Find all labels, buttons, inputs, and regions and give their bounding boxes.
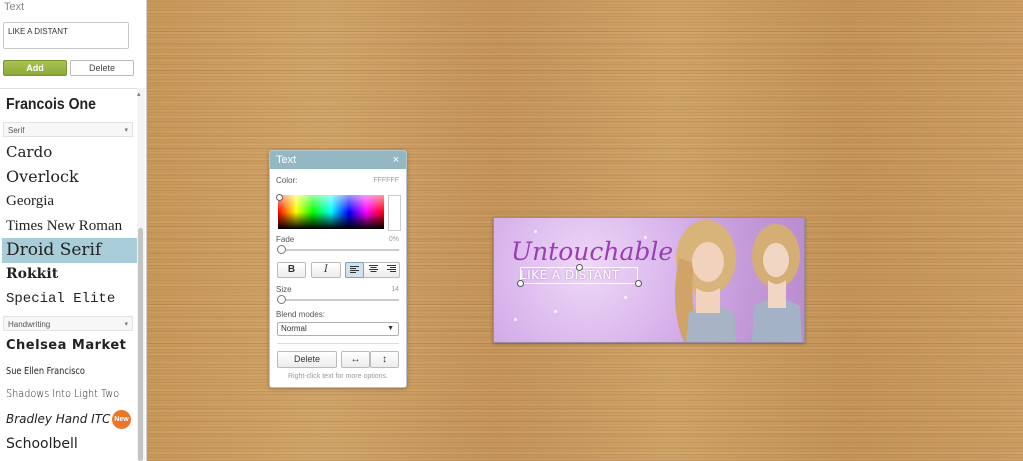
font-item-shadows-into-light-two[interactable]: Shadows Into Light Two — [6, 387, 119, 400]
resize-handle[interactable] — [517, 280, 524, 287]
size-label: Size — [276, 285, 292, 294]
chevron-down-icon: ▼ — [387, 325, 394, 332]
text-section-title: Text — [4, 1, 25, 13]
category-label: Serif — [8, 126, 25, 135]
text-panel: Text × Color: FFFFFF Fade 0% B I Size 14… — [269, 150, 407, 388]
fade-slider-knob[interactable] — [277, 245, 286, 254]
align-right-button[interactable] — [382, 262, 400, 278]
flip-vertical-icon: ↕ — [382, 354, 387, 365]
banner-title-text[interactable]: Untouchable — [511, 237, 673, 266]
scrollbar-thumb[interactable] — [138, 228, 143, 461]
flip-horizontal-button[interactable]: ↔ — [341, 351, 370, 368]
delete-text-button[interactable]: Delete — [70, 60, 134, 76]
font-item-schoolbell[interactable]: Schoolbell — [6, 436, 78, 452]
size-slider-knob[interactable] — [277, 295, 286, 304]
color-label: Color: — [276, 176, 298, 185]
font-item-times-new-roman[interactable]: Times New Roman — [6, 218, 122, 235]
person-photo — [675, 220, 736, 342]
banner-image[interactable]: Untouchable LIKE A DISTANT — [493, 217, 805, 343]
align-left-button[interactable] — [345, 262, 364, 278]
font-item-rokkit[interactable]: Rokkit — [6, 266, 58, 282]
text-input[interactable]: LIKE A DISTANT — [3, 22, 129, 49]
hint-text: Right-click text for more options. — [288, 373, 388, 380]
font-category-serif[interactable]: Serif ▾ — [3, 122, 133, 137]
blend-mode-select[interactable]: Normal ▼ — [277, 322, 399, 336]
color-picker-handle[interactable] — [276, 194, 283, 201]
rotate-handle[interactable] — [576, 264, 583, 271]
bold-button[interactable]: B — [277, 262, 306, 278]
size-value: 14 — [391, 286, 399, 293]
font-item-sue-ellen-francisco[interactable]: Sue Ellen Francisco — [6, 366, 85, 377]
sparkle — [534, 230, 537, 233]
color-preview-bar[interactable] — [388, 195, 401, 231]
chevron-down-icon: ▾ — [124, 127, 128, 134]
spectrum-overlay — [278, 195, 384, 212]
close-icon[interactable]: × — [393, 151, 399, 169]
fade-value: 0% — [388, 236, 399, 243]
align-right-icon — [386, 265, 396, 272]
font-item-special-elite[interactable]: Special Elite — [6, 291, 115, 307]
font-item-overlock[interactable]: Overlock — [6, 167, 79, 186]
font-item-bradley-hand-itc[interactable]: Bradley Hand ITC — [6, 412, 110, 426]
blend-modes-label: Blend modes: — [276, 310, 325, 319]
delete-layer-button[interactable]: Delete — [277, 351, 337, 368]
font-item-francois-one[interactable]: Francois One — [6, 96, 96, 114]
blend-mode-value: Normal — [281, 324, 307, 333]
fade-label: Fade — [276, 235, 295, 244]
italic-button[interactable]: I — [311, 262, 341, 278]
size-slider[interactable] — [277, 299, 399, 301]
flip-vertical-button[interactable]: ↕ — [370, 351, 399, 368]
align-center-icon — [368, 265, 378, 272]
fade-slider[interactable] — [277, 249, 399, 251]
align-center-button[interactable] — [364, 262, 382, 278]
new-badge: New — [112, 410, 131, 429]
flip-horizontal-icon: ↔ — [350, 354, 361, 365]
divider — [277, 343, 399, 344]
add-button[interactable]: Add — [3, 60, 67, 76]
divider — [0, 88, 146, 89]
font-item-cardo[interactable]: Cardo — [6, 143, 52, 161]
font-item-droid-serif[interactable]: Droid Serif — [2, 238, 137, 263]
person-photo — [752, 224, 802, 342]
sparkle — [624, 296, 627, 299]
panel-title: Text — [276, 154, 297, 166]
category-label: Handwriting — [8, 320, 51, 329]
color-value: FFFFFF — [373, 177, 399, 184]
font-item-chelsea-market[interactable]: Chelsea Market — [6, 338, 126, 353]
panel-header[interactable]: Text × — [270, 151, 406, 169]
sparkle — [554, 310, 557, 313]
resize-handle[interactable] — [635, 280, 642, 287]
chevron-down-icon: ▾ — [124, 321, 128, 328]
font-category-handwriting[interactable]: Handwriting ▾ — [3, 316, 133, 331]
scroll-up-icon[interactable]: ▴ — [137, 90, 141, 98]
font-item-georgia[interactable]: Georgia — [6, 193, 54, 210]
sidebar: Text LIKE A DISTANT Add Delete Francois … — [0, 0, 147, 461]
align-left-icon — [350, 266, 359, 273]
sparkle — [514, 318, 517, 321]
